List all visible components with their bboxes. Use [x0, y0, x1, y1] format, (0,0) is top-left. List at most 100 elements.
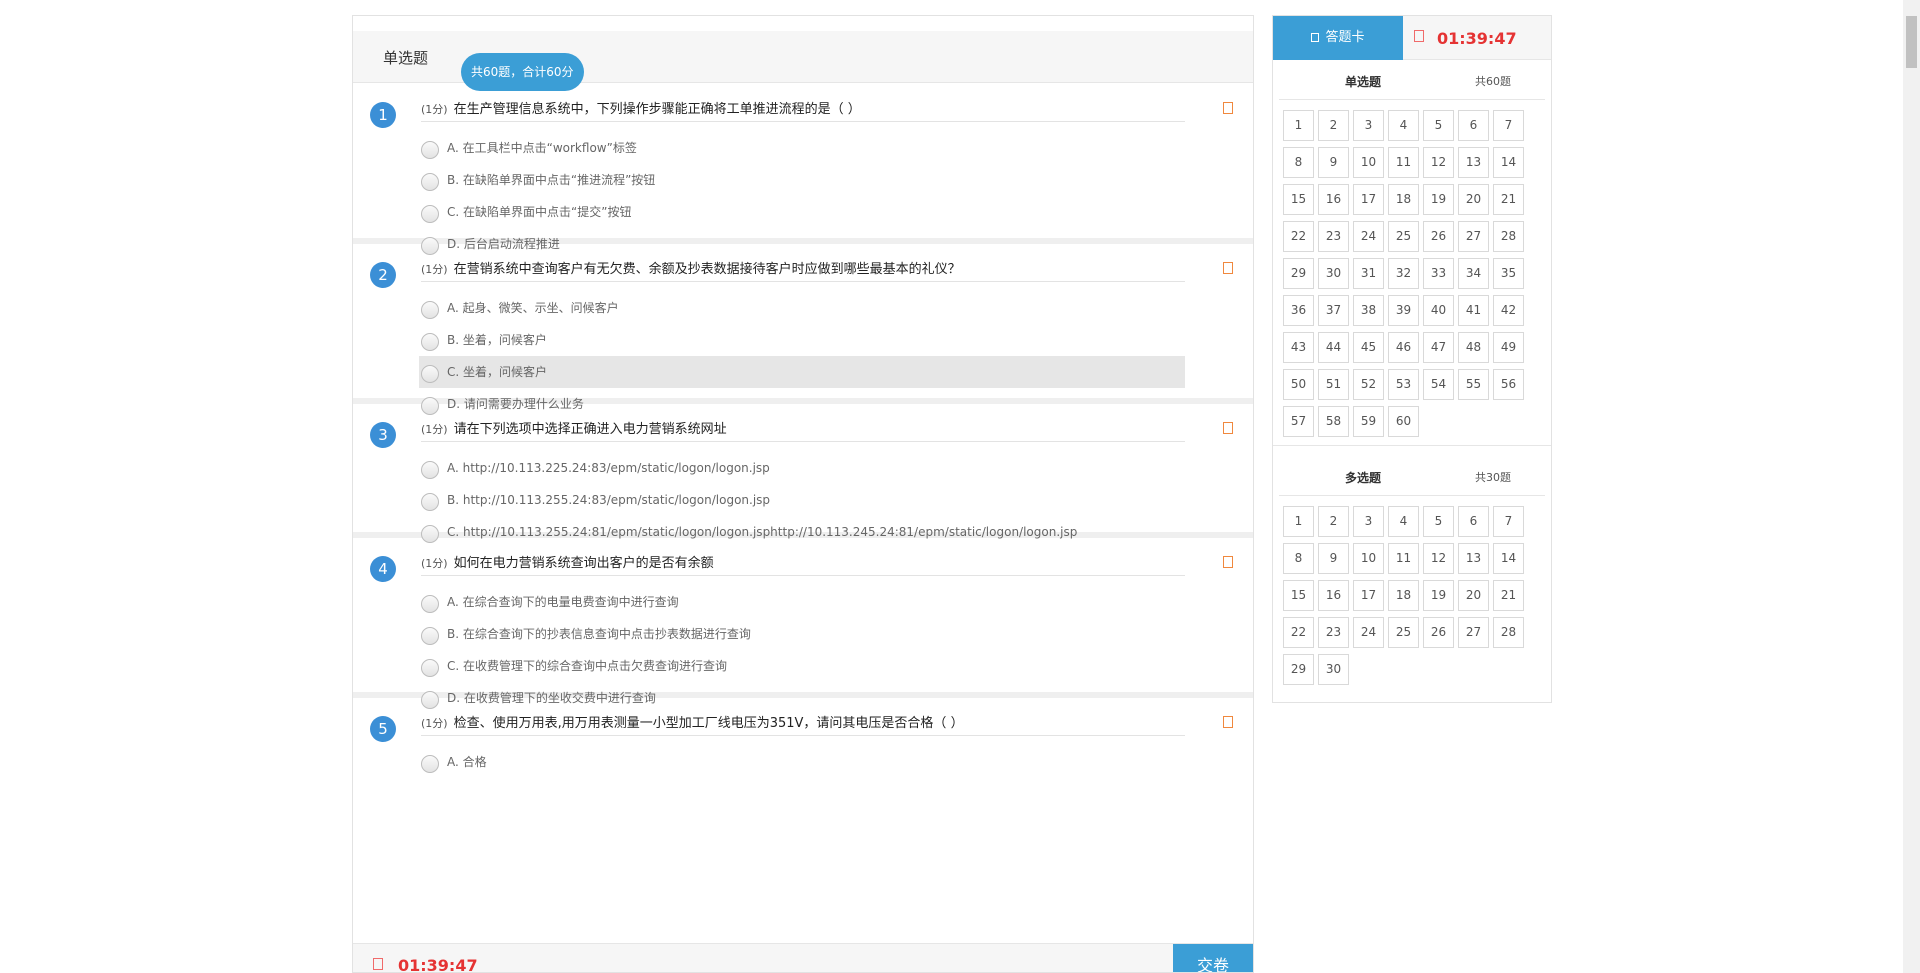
radio-button[interactable] — [421, 301, 439, 319]
question-jump-54[interactable]: 54 — [1423, 369, 1454, 400]
question-jump-12[interactable]: 12 — [1423, 543, 1454, 574]
question-jump-15[interactable]: 15 — [1283, 184, 1314, 215]
question-jump-59[interactable]: 59 — [1353, 406, 1384, 437]
question-jump-33[interactable]: 33 — [1423, 258, 1454, 289]
question-jump-39[interactable]: 39 — [1388, 295, 1419, 326]
question-jump-46[interactable]: 46 — [1388, 332, 1419, 363]
question-jump-16[interactable]: 16 — [1318, 580, 1349, 611]
question-jump-2[interactable]: 2 — [1318, 110, 1349, 141]
question-jump-45[interactable]: 45 — [1353, 332, 1384, 363]
question-jump-52[interactable]: 52 — [1353, 369, 1384, 400]
option-a[interactable]: A. http://10.113.225.24:83/epm/static/lo… — [419, 452, 1185, 484]
option-a[interactable]: A. 在工具栏中点击“workflow”标签 — [419, 132, 1185, 164]
question-jump-28[interactable]: 28 — [1493, 221, 1524, 252]
radio-button[interactable] — [421, 595, 439, 613]
scrollbar[interactable] — [1903, 0, 1920, 973]
question-jump-47[interactable]: 47 — [1423, 332, 1454, 363]
question-jump-4[interactable]: 4 — [1388, 110, 1419, 141]
question-jump-28[interactable]: 28 — [1493, 617, 1524, 648]
answer-card-tab[interactable]: 答题卡 — [1273, 16, 1403, 60]
question-jump-29[interactable]: 29 — [1283, 654, 1314, 685]
question-jump-27[interactable]: 27 — [1458, 221, 1489, 252]
option-c[interactable]: C. 在收费管理下的综合查询中点击欠费查询进行查询 — [419, 650, 1185, 682]
question-jump-21[interactable]: 21 — [1493, 184, 1524, 215]
question-jump-41[interactable]: 41 — [1458, 295, 1489, 326]
question-jump-37[interactable]: 37 — [1318, 295, 1349, 326]
question-jump-9[interactable]: 9 — [1318, 147, 1349, 178]
question-jump-14[interactable]: 14 — [1493, 543, 1524, 574]
question-jump-20[interactable]: 20 — [1458, 580, 1489, 611]
radio-button[interactable] — [421, 755, 439, 773]
radio-button[interactable] — [421, 365, 439, 383]
question-jump-22[interactable]: 22 — [1283, 617, 1314, 648]
question-jump-20[interactable]: 20 — [1458, 184, 1489, 215]
question-jump-60[interactable]: 60 — [1388, 406, 1419, 437]
question-jump-1[interactable]: 1 — [1283, 110, 1314, 141]
option-b[interactable]: B. 在综合查询下的抄表信息查询中点击抄表数据进行查询 — [419, 618, 1185, 650]
question-jump-49[interactable]: 49 — [1493, 332, 1524, 363]
option-b[interactable]: B. http://10.113.255.24:83/epm/static/lo… — [419, 484, 1185, 516]
radio-button[interactable] — [421, 141, 439, 159]
option-c[interactable]: C. 在缺陷单界面中点击“提交”按钮 — [419, 196, 1185, 228]
question-jump-38[interactable]: 38 — [1353, 295, 1384, 326]
question-jump-10[interactable]: 10 — [1353, 543, 1384, 574]
question-jump-17[interactable]: 17 — [1353, 184, 1384, 215]
question-jump-43[interactable]: 43 — [1283, 332, 1314, 363]
question-jump-25[interactable]: 25 — [1388, 617, 1419, 648]
radio-button[interactable] — [421, 461, 439, 479]
question-jump-1[interactable]: 1 — [1283, 506, 1314, 537]
bookmark-icon[interactable] — [1223, 262, 1233, 274]
radio-button[interactable] — [421, 627, 439, 645]
option-b[interactable]: B. 在缺陷单界面中点击“推进流程”按钮 — [419, 164, 1185, 196]
radio-button[interactable] — [421, 659, 439, 677]
question-jump-58[interactable]: 58 — [1318, 406, 1349, 437]
bookmark-icon[interactable] — [1223, 102, 1233, 114]
question-jump-15[interactable]: 15 — [1283, 580, 1314, 611]
question-jump-6[interactable]: 6 — [1458, 506, 1489, 537]
question-jump-42[interactable]: 42 — [1493, 295, 1524, 326]
question-jump-55[interactable]: 55 — [1458, 369, 1489, 400]
scrollbar-thumb[interactable] — [1906, 16, 1917, 68]
option-a[interactable]: A. 合格 — [419, 746, 1185, 778]
question-jump-2[interactable]: 2 — [1318, 506, 1349, 537]
question-jump-29[interactable]: 29 — [1283, 258, 1314, 289]
question-jump-57[interactable]: 57 — [1283, 406, 1314, 437]
question-jump-32[interactable]: 32 — [1388, 258, 1419, 289]
question-jump-44[interactable]: 44 — [1318, 332, 1349, 363]
question-jump-36[interactable]: 36 — [1283, 295, 1314, 326]
question-jump-13[interactable]: 13 — [1458, 543, 1489, 574]
question-jump-7[interactable]: 7 — [1493, 110, 1524, 141]
submit-button[interactable]: 交卷 — [1173, 944, 1253, 972]
question-jump-17[interactable]: 17 — [1353, 580, 1384, 611]
question-jump-19[interactable]: 19 — [1423, 184, 1454, 215]
option-c[interactable]: C. 坐着，问候客户 — [419, 356, 1185, 388]
question-jump-24[interactable]: 24 — [1353, 617, 1384, 648]
question-jump-5[interactable]: 5 — [1423, 506, 1454, 537]
radio-button[interactable] — [421, 333, 439, 351]
question-jump-40[interactable]: 40 — [1423, 295, 1454, 326]
question-jump-48[interactable]: 48 — [1458, 332, 1489, 363]
question-jump-9[interactable]: 9 — [1318, 543, 1349, 574]
question-jump-31[interactable]: 31 — [1353, 258, 1384, 289]
question-jump-30[interactable]: 30 — [1318, 258, 1349, 289]
question-jump-35[interactable]: 35 — [1493, 258, 1524, 289]
question-jump-27[interactable]: 27 — [1458, 617, 1489, 648]
question-jump-16[interactable]: 16 — [1318, 184, 1349, 215]
radio-button[interactable] — [421, 205, 439, 223]
option-b[interactable]: B. 坐着，问候客户 — [419, 324, 1185, 356]
question-jump-8[interactable]: 8 — [1283, 543, 1314, 574]
option-a[interactable]: A. 在综合查询下的电量电费查询中进行查询 — [419, 586, 1185, 618]
question-jump-56[interactable]: 56 — [1493, 369, 1524, 400]
question-jump-5[interactable]: 5 — [1423, 110, 1454, 141]
question-jump-51[interactable]: 51 — [1318, 369, 1349, 400]
question-jump-7[interactable]: 7 — [1493, 506, 1524, 537]
question-jump-53[interactable]: 53 — [1388, 369, 1419, 400]
question-jump-23[interactable]: 23 — [1318, 221, 1349, 252]
question-jump-14[interactable]: 14 — [1493, 147, 1524, 178]
bookmark-icon[interactable] — [1223, 716, 1233, 728]
bookmark-icon[interactable] — [1223, 556, 1233, 568]
question-jump-30[interactable]: 30 — [1318, 654, 1349, 685]
question-jump-18[interactable]: 18 — [1388, 184, 1419, 215]
question-jump-19[interactable]: 19 — [1423, 580, 1454, 611]
bookmark-icon[interactable] — [1223, 422, 1233, 434]
